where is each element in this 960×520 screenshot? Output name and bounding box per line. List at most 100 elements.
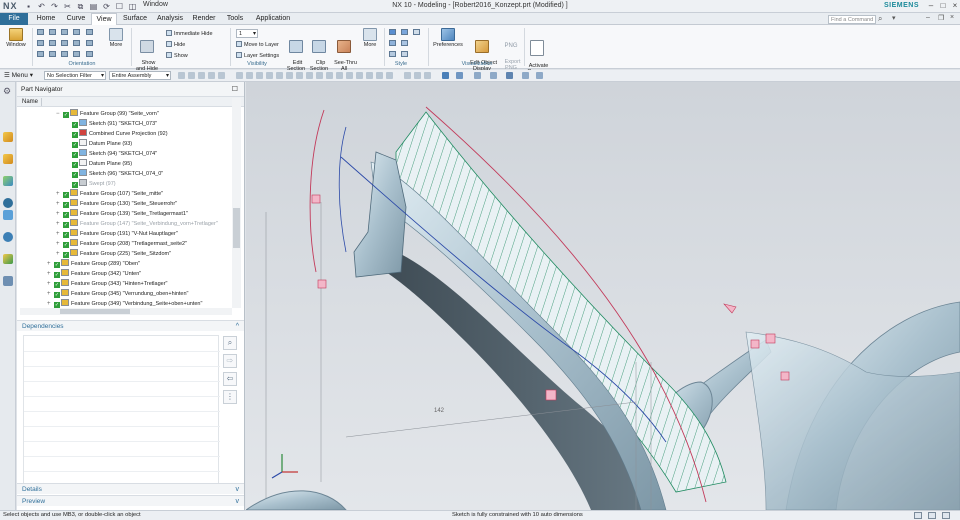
child-minimize-icon[interactable]: – (926, 14, 930, 21)
search-icon[interactable]: ⌕ (878, 14, 882, 24)
visibility-checkbox[interactable]: ✓ (72, 132, 78, 138)
view-left-icon[interactable] (61, 40, 68, 46)
visibility-checkbox[interactable]: ✓ (54, 262, 60, 268)
snap-existing-icon[interactable] (246, 72, 253, 79)
tree-row[interactable]: + ✓ Feature Group (289) "Oben" (47, 259, 140, 269)
view-front-icon[interactable] (37, 29, 44, 35)
tree-row[interactable]: ✓ Sketch (96) "SKETCH_074_0" (65, 169, 163, 179)
snap-all-icon[interactable] (404, 72, 411, 79)
expand-toggle-icon[interactable]: + (56, 189, 63, 199)
fit-view-icon[interactable] (37, 51, 44, 57)
visibility-checkbox[interactable]: ✓ (72, 122, 78, 128)
face-analysis-icon[interactable] (401, 51, 408, 57)
expand-toggle-icon[interactable]: + (47, 289, 54, 299)
snap-line-icon[interactable] (336, 72, 343, 79)
expand-toggle-icon[interactable]: + (56, 239, 63, 249)
move-to-layer-button[interactable]: Move to Layer (236, 41, 279, 48)
snap-intersection-icon[interactable] (208, 72, 215, 79)
snap-body-icon[interactable] (356, 72, 363, 79)
visibility-checkbox[interactable]: ✓ (72, 152, 78, 158)
datum-marker[interactable] (765, 333, 776, 344)
activate-camera-button[interactable]: Activate Camera (526, 28, 548, 75)
shaded-style-icon[interactable] (506, 72, 513, 79)
constraint-navigator-icon[interactable] (3, 176, 13, 186)
preferences-button[interactable]: Preferences (432, 28, 464, 48)
hidden-wire-icon[interactable] (401, 40, 408, 46)
child-restore-icon[interactable]: ❐ (938, 14, 944, 22)
tree-row[interactable]: + ✓ Feature Group (225) "Seite_Sitzdom" (56, 249, 171, 259)
expand-toggle-icon[interactable]: + (56, 199, 63, 209)
expand-toggle-icon[interactable]: + (56, 219, 63, 229)
rotate-icon[interactable] (73, 51, 80, 57)
snap-center-icon[interactable] (218, 72, 225, 79)
tab-tools[interactable]: Tools (221, 13, 249, 25)
zoom-to-icon[interactable]: ⌕ (223, 336, 237, 350)
visibility-checkbox[interactable]: ✓ (54, 282, 60, 288)
immediate-hide-button[interactable]: Immediate Hide (166, 30, 213, 37)
tree-row[interactable]: + ✓ Feature Group (343) "Hinten+Tretlager" (47, 279, 167, 289)
zoom-window-icon[interactable] (490, 72, 497, 79)
graphics-viewport[interactable]: 142 (246, 82, 960, 510)
hide-button[interactable]: Hide (166, 41, 185, 48)
status-fullscreen-icon[interactable] (914, 512, 922, 519)
tab-application[interactable]: Application (251, 13, 295, 25)
expand-toggle-icon[interactable]: + (47, 259, 54, 269)
tree-row[interactable]: ✓ Datum Plane (95) (65, 159, 132, 169)
tree-row[interactable]: + ✓ Feature Group (139) "Seite_Tretlagerma… (56, 209, 188, 219)
view-snap-icon[interactable] (86, 29, 93, 35)
tree-row[interactable]: ✓ Sketch (91) "SKETCH_073" (65, 119, 157, 129)
tree-row[interactable]: + ✓ Feature Group (208) "Tretlagermast_sei… (56, 239, 187, 249)
visibility-checkbox[interactable]: ✓ (54, 272, 60, 278)
shaded-edges-icon[interactable] (389, 29, 396, 35)
reuse-library-icon[interactable] (3, 198, 13, 208)
visibility-checkbox[interactable]: ✓ (63, 192, 69, 198)
status-layout-icon[interactable] (928, 512, 936, 519)
list-options-icon[interactable]: ⋮ (223, 390, 237, 404)
tab-analysis[interactable]: Analysis (153, 13, 187, 25)
dimension-label[interactable]: 142 (434, 408, 445, 414)
visibility-checkbox[interactable]: ✓ (63, 242, 69, 248)
snap-vertex-icon[interactable] (366, 72, 373, 79)
visibility-checkbox[interactable]: ✓ (63, 232, 69, 238)
dependencies-section-header[interactable]: Dependencies ^ (17, 320, 244, 331)
menu-button[interactable]: ☰ Menu ▾ (4, 71, 33, 79)
expand-toggle-icon[interactable]: + (47, 269, 54, 279)
datum-marker[interactable] (545, 389, 557, 401)
details-section-header[interactable]: Details v (17, 483, 244, 494)
expand-toggle-icon[interactable]: + (56, 249, 63, 259)
view-top-icon[interactable] (49, 29, 56, 35)
more-orientation-button[interactable]: More (106, 28, 126, 48)
datum-marker[interactable] (750, 339, 760, 349)
snap-face-icon[interactable] (346, 72, 353, 79)
visibility-checkbox[interactable]: ✓ (63, 112, 69, 118)
selection-scope-dropdown[interactable]: Entire Assembly (109, 71, 171, 80)
panel-maximize-icon[interactable]: ☐ (232, 82, 238, 97)
visibility-checkbox[interactable]: ✓ (72, 182, 78, 188)
view-iso-icon[interactable] (73, 29, 80, 35)
snap-perp-icon[interactable] (296, 72, 303, 79)
window-button[interactable]: Window (3, 28, 29, 48)
visibility-checkbox[interactable]: ✓ (63, 212, 69, 218)
snap-pole-icon[interactable] (306, 72, 313, 79)
tree-row[interactable]: + ✓ Feature Group (191) "V-Nut Hauptlager" (56, 229, 178, 239)
more-visibility-button[interactable]: More (360, 28, 380, 48)
style-more-icon[interactable] (413, 29, 420, 35)
tree-row[interactable]: − ✓ Feature Group (99) "Seite_vorn" (56, 109, 159, 119)
column-name[interactable]: Name (22, 99, 38, 105)
visibility-checkbox[interactable]: ✓ (72, 172, 78, 178)
scroll-thumb[interactable] (60, 309, 130, 314)
minimize-icon[interactable]: – (926, 1, 936, 11)
expand-toggle-icon[interactable]: + (56, 209, 63, 219)
snap-tangent-icon[interactable] (286, 72, 293, 79)
snap-control-icon[interactable] (198, 72, 205, 79)
part-navigator-icon[interactable] (3, 132, 13, 142)
tree-row[interactable]: + ✓ Feature Group (342) "Unten" (47, 269, 141, 279)
navigator-horizontal-scrollbar[interactable] (20, 308, 232, 315)
section-icon[interactable] (536, 72, 543, 79)
visibility-checkbox[interactable]: ✓ (63, 202, 69, 208)
snap-on-face-icon[interactable] (266, 72, 273, 79)
tree-row[interactable]: ✓ Datum Plane (93) (65, 139, 132, 149)
snap-edge-icon[interactable] (376, 72, 383, 79)
work-layer-dropdown[interactable]: 1 (236, 29, 258, 38)
visibility-checkbox[interactable]: ✓ (72, 142, 78, 148)
